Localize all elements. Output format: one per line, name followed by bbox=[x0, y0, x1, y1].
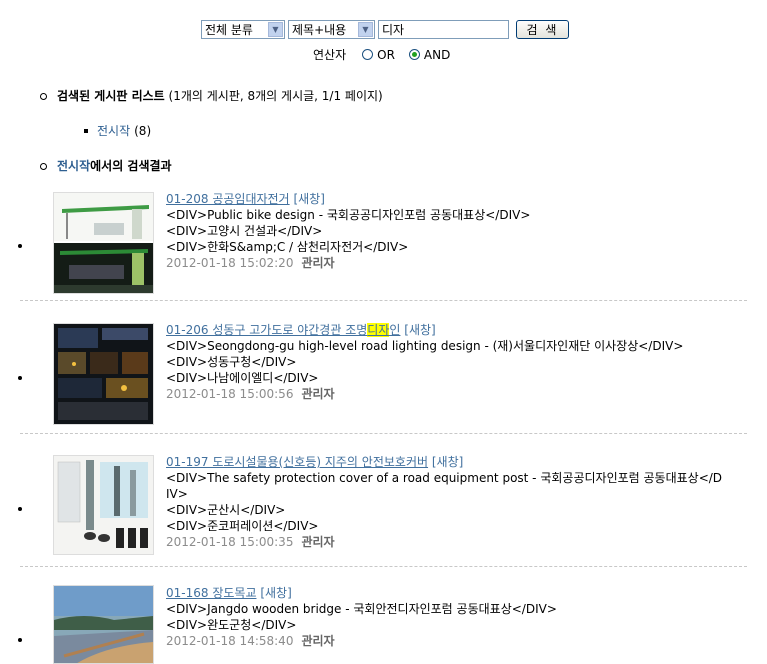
result-desc-line: <DIV>완도군청</DIV> bbox=[166, 618, 297, 632]
list-bullet bbox=[18, 638, 22, 642]
or-radio[interactable] bbox=[362, 49, 374, 60]
search-button[interactable]: 검 색 bbox=[516, 19, 569, 39]
boards-section-title: 검색된 게시판 리스트 bbox=[57, 89, 165, 103]
board-count: (8) bbox=[134, 123, 152, 138]
result-author: 관리자 bbox=[301, 387, 335, 401]
search-input[interactable]: 디자 bbox=[378, 19, 509, 39]
result-title-text: 인 bbox=[389, 323, 401, 337]
list-item: 전시작 (8) bbox=[84, 122, 151, 139]
list-bullet bbox=[18, 507, 22, 511]
circle-bullet-icon bbox=[40, 163, 47, 170]
list-bullet bbox=[18, 244, 22, 248]
result-date: 2012-01-18 15:00:35 bbox=[166, 535, 294, 549]
result-desc-line: IV> bbox=[166, 487, 188, 501]
result-desc-line: <DIV>준코퍼레이션</DIV> bbox=[166, 519, 319, 533]
result-title-text: 01-206 성동구 고가도로 야간경관 조명 bbox=[166, 323, 368, 337]
result-thumbnail[interactable] bbox=[53, 192, 154, 294]
category-select[interactable]: 전체 분류 ▼ bbox=[201, 19, 285, 39]
operator-row: 연산자 OR AND bbox=[313, 46, 450, 63]
chevron-down-icon[interactable]: ▼ bbox=[358, 21, 373, 37]
result-desc-line: <DIV>Public bike design - 국회공공디자인포럼 공동대표… bbox=[166, 208, 531, 222]
field-select[interactable]: 제목+내용 ▼ bbox=[288, 19, 375, 39]
result-thumbnail[interactable] bbox=[53, 323, 154, 425]
chevron-down-icon[interactable]: ▼ bbox=[268, 21, 283, 37]
search-bar: 전체 분류 ▼ 제목+내용 ▼ 디자 검 색 bbox=[201, 18, 569, 40]
result-title-link[interactable]: 01-206 성동구 고가도로 야간경관 조명디자인 bbox=[166, 323, 400, 337]
results-section-header: 전시작에서의 검색결과 bbox=[40, 157, 172, 174]
search-highlight: 디자 bbox=[367, 323, 390, 337]
board-link[interactable]: 전시작 bbox=[97, 122, 130, 139]
results-header-suffix: 에서의 검색결과 bbox=[90, 159, 172, 173]
list-bullet bbox=[18, 376, 22, 380]
circle-bullet-icon bbox=[40, 93, 47, 100]
result-thumbnail[interactable] bbox=[53, 585, 154, 664]
result-desc-line: <DIV>Seongdong-gu high-level road lighti… bbox=[166, 339, 684, 353]
new-window-badge[interactable]: [새창] bbox=[432, 455, 463, 469]
new-window-badge[interactable]: [새창] bbox=[260, 586, 291, 600]
field-select-value: 제목+내용 bbox=[292, 22, 347, 37]
result-desc-line: <DIV>군산시</DIV> bbox=[166, 503, 286, 517]
result-info: 01-208 공공임대자전거 [새창] <DIV>Public bike des… bbox=[166, 191, 530, 271]
result-divider bbox=[20, 300, 747, 301]
boards-section-summary: (1개의 게시판, 8개의 게시글, 1/1 페이지) bbox=[168, 89, 383, 103]
result-divider bbox=[20, 566, 747, 567]
radio-selected-dot bbox=[411, 52, 417, 57]
and-radio[interactable] bbox=[408, 49, 420, 60]
result-thumbnail[interactable] bbox=[53, 455, 154, 555]
new-window-badge[interactable]: [새창] bbox=[293, 192, 324, 206]
result-author: 관리자 bbox=[301, 634, 335, 648]
category-select-value: 전체 분류 bbox=[205, 22, 253, 37]
result-author: 관리자 bbox=[301, 535, 335, 549]
result-desc-line: <DIV>Jangdo wooden bridge - 국회안전디자인포럼 공동… bbox=[166, 602, 557, 616]
result-info: 01-197 도로시설물용(신호등) 지주의 안전보호커버 [새창] <DIV>… bbox=[166, 454, 722, 550]
result-title-link[interactable]: 01-168 장도목교 bbox=[166, 586, 256, 600]
result-date: 2012-01-18 14:58:40 bbox=[166, 634, 294, 648]
result-desc-line: <DIV>한화S&amp;C / 삼천리자전거</DIV> bbox=[166, 240, 409, 254]
result-title-link[interactable]: 01-208 공공임대자전거 bbox=[166, 192, 290, 206]
result-author: 관리자 bbox=[301, 256, 335, 270]
results-board-link[interactable]: 전시작 bbox=[57, 159, 90, 173]
result-date: 2012-01-18 15:02:20 bbox=[166, 256, 294, 270]
and-label: AND bbox=[423, 47, 451, 62]
operator-label: 연산자 bbox=[313, 48, 347, 62]
result-title-link[interactable]: 01-197 도로시설물용(신호등) 지주의 안전보호커버 bbox=[166, 455, 428, 469]
result-divider bbox=[20, 433, 747, 434]
result-desc-line: <DIV>성동구청</DIV> bbox=[166, 355, 297, 369]
square-bullet-icon bbox=[84, 128, 88, 133]
result-desc-line: <DIV>고양시 건설과</DIV> bbox=[166, 224, 323, 238]
result-info: 01-168 장도목교 [새창] <DIV>Jangdo wooden brid… bbox=[166, 585, 557, 649]
result-date: 2012-01-18 15:00:56 bbox=[166, 387, 294, 401]
result-info: 01-206 성동구 고가도로 야간경관 조명디자인 [새창] <DIV>Seo… bbox=[166, 322, 683, 402]
result-desc-line: <DIV>The safety protection cover of a ro… bbox=[166, 471, 723, 485]
or-label: OR bbox=[377, 47, 395, 62]
result-desc-line: <DIV>나남에이엘디</DIV> bbox=[166, 371, 319, 385]
boards-section-header: 검색된 게시판 리스트 (1개의 게시판, 8개의 게시글, 1/1 페이지) bbox=[40, 87, 383, 104]
new-window-badge[interactable]: [새창] bbox=[404, 323, 435, 337]
